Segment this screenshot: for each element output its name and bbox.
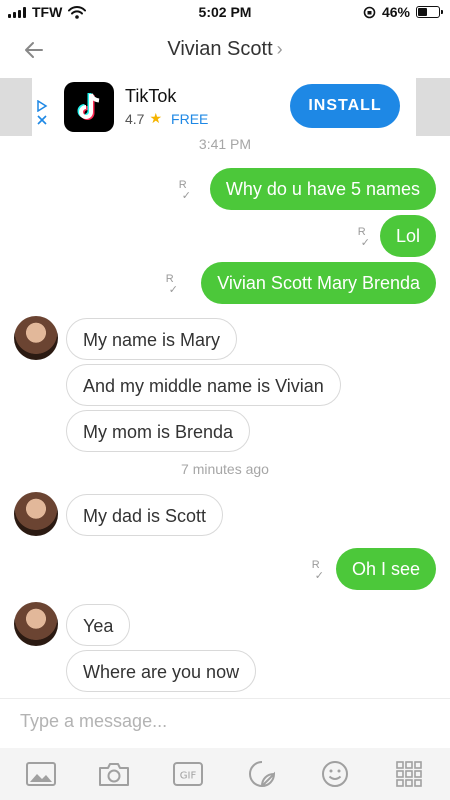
outgoing-message[interactable]: Vivian Scott Mary Brenda xyxy=(201,262,436,304)
sticker-icon xyxy=(248,761,275,787)
camera-button[interactable] xyxy=(97,757,131,791)
timestamp: 3:41 PM xyxy=(198,136,252,152)
message-input-placeholder[interactable]: Type a message... xyxy=(20,711,167,732)
read-receipt-icon: R ✓ xyxy=(357,226,370,249)
incoming-message[interactable]: My name is Mary xyxy=(66,318,238,360)
message-input[interactable]: Type a message... xyxy=(0,698,450,748)
image-icon xyxy=(25,762,56,786)
ad-choices-icon[interactable] xyxy=(36,100,48,112)
incoming-message[interactable]: My dad is Scott xyxy=(66,494,224,536)
incoming-message[interactable]: Where are you now xyxy=(66,650,257,692)
ad-banner: TikTok 4.7 ★ FREE INSTALL xyxy=(0,78,450,136)
ad-price: FREE xyxy=(171,110,209,127)
gif-icon: GIF xyxy=(173,762,204,786)
contact-avatar[interactable] xyxy=(14,492,58,536)
install-button[interactable]: INSTALL xyxy=(290,84,400,128)
contact-avatar[interactable] xyxy=(14,316,58,360)
smiley-icon xyxy=(322,761,349,787)
battery-percent: 46% xyxy=(381,4,410,20)
outgoing-message[interactable]: Why do u have 5 names xyxy=(209,168,436,210)
incoming-message[interactable]: Yea xyxy=(66,604,131,646)
more-apps-button[interactable] xyxy=(392,757,426,791)
tiktok-logo-icon xyxy=(77,93,100,120)
chevron-right-icon: › xyxy=(276,39,283,59)
contact-title[interactable]: Vivian Scott › xyxy=(0,38,450,61)
ad-app-name: TikTok xyxy=(125,86,177,106)
message-list[interactable]: 3:41 PM R ✓ Why do u have 5 names R ✓ Lo… xyxy=(0,136,450,698)
read-receipt-icon: R ✓ xyxy=(311,559,324,582)
grid-icon xyxy=(396,761,422,787)
attachment-toolbar: GIF xyxy=(0,748,450,800)
ad-card[interactable]: TikTok 4.7 ★ FREE INSTALL xyxy=(32,78,416,136)
status-right: 46% xyxy=(363,4,443,20)
incoming-message[interactable]: And my middle name is Vivian xyxy=(66,364,341,406)
star-icon: ★ xyxy=(149,110,163,126)
contact-name[interactable]: Vivian Scott xyxy=(167,38,272,60)
camera-icon xyxy=(99,763,130,786)
battery-level-fill xyxy=(418,8,428,16)
battery-icon xyxy=(416,6,443,18)
gallery-button[interactable] xyxy=(24,757,58,791)
close-icon[interactable] xyxy=(36,114,48,126)
ad-choices[interactable] xyxy=(36,100,48,126)
gif-button[interactable]: GIF xyxy=(171,757,205,791)
timestamp: 7 minutes ago xyxy=(181,461,269,477)
ad-rating: 4.7 xyxy=(125,110,145,127)
tiktok-app-icon[interactable] xyxy=(64,82,114,132)
ad-app-meta: 4.7 ★ FREE xyxy=(125,110,208,127)
outgoing-message[interactable]: Lol xyxy=(379,215,436,257)
emoji-button[interactable] xyxy=(318,757,352,791)
read-receipt-icon: R ✓ xyxy=(178,179,191,202)
sticker-button[interactable] xyxy=(245,757,279,791)
contact-avatar[interactable] xyxy=(14,602,58,646)
svg-text:GIF: GIF xyxy=(180,771,197,782)
status-bar: TFW 5:02 PM 46% xyxy=(0,0,450,24)
incoming-message[interactable]: My mom is Brenda xyxy=(66,410,251,452)
outgoing-message[interactable]: Oh I see xyxy=(335,548,436,590)
orientation-lock-icon xyxy=(363,6,376,18)
read-receipt-icon: R ✓ xyxy=(165,273,178,296)
chat-header: Vivian Scott › xyxy=(0,24,450,78)
